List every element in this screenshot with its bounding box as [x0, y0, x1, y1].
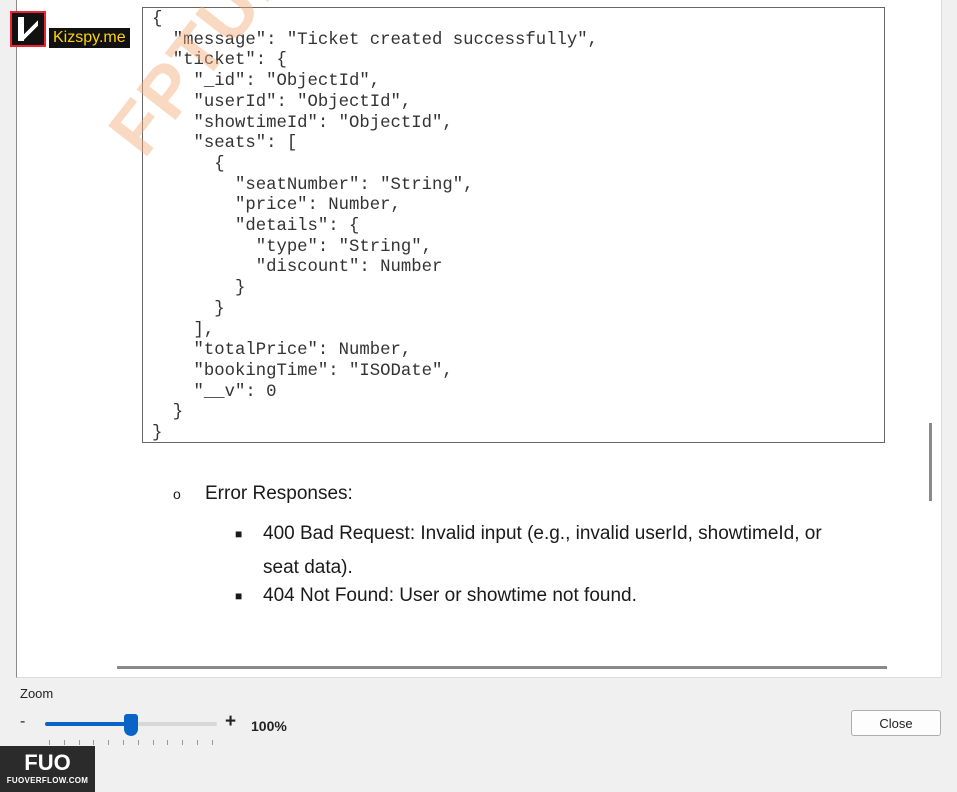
- kizspy-logo: Kizspy.me: [10, 10, 130, 48]
- error-item-continuation: seat data).: [263, 557, 353, 579]
- zoom-slider-thumb[interactable]: [124, 714, 138, 736]
- square-bullet-icon: ■: [235, 527, 243, 541]
- zoom-in-button[interactable]: +: [225, 711, 236, 733]
- square-bullet-icon: ■: [235, 588, 243, 603]
- zoom-value: 100%: [251, 718, 287, 734]
- document-viewer: { "message": "Ticket created successfull…: [16, 0, 942, 678]
- fuoverflow-logo: FUO FUOVERFLOW.COM: [0, 746, 95, 792]
- slider-tick: [78, 740, 80, 745]
- fuo-logo-title: FUO: [24, 750, 71, 775]
- slider-tick: [123, 740, 124, 745]
- fuo-logo-subtitle: FUOVERFLOW.COM: [6, 776, 89, 785]
- zoom-label: Zoom: [20, 686, 54, 701]
- slider-tick: [211, 740, 213, 745]
- error-item-400: ■ 400 Bad Request: Invalid input (e.g., i…: [235, 517, 875, 585]
- zoom-slider-fill: [45, 722, 131, 726]
- k-logo-icon: [10, 11, 46, 47]
- error-responses-heading: o Error Responses:: [173, 483, 353, 505]
- error-item-text: 400 Bad Request: Invalid input (e.g., in…: [263, 523, 822, 545]
- error-item-text: 404 Not Found: User or showtime not foun…: [263, 585, 637, 606]
- error-item-404: ■ 404 Not Found: User or showtime not fou…: [235, 585, 637, 607]
- slider-tick: [63, 740, 65, 745]
- close-button[interactable]: Close: [851, 710, 941, 736]
- slider-tick: [197, 740, 198, 745]
- slider-tick: [49, 740, 50, 745]
- slider-tick: [108, 740, 110, 745]
- slider-tick: [152, 740, 154, 745]
- slider-tick: [167, 740, 169, 745]
- code-block: { "message": "Ticket created successfull…: [142, 7, 885, 443]
- vertical-scrollbar[interactable]: [929, 423, 932, 501]
- json-response-code: { "message": "Ticket created successfull…: [152, 10, 598, 444]
- slider-tick: [182, 740, 184, 745]
- slider-tick: [137, 740, 139, 745]
- document-page: { "message": "Ticket created successfull…: [23, 0, 920, 657]
- horizontal-scrollbar[interactable]: [117, 666, 887, 669]
- slider-tick: [93, 740, 95, 745]
- logo-text: Kizspy.me: [49, 28, 130, 48]
- error-section-title: Error Responses:: [205, 483, 353, 504]
- circle-bullet-icon: o: [173, 486, 181, 502]
- zoom-out-button[interactable]: -: [20, 713, 25, 731]
